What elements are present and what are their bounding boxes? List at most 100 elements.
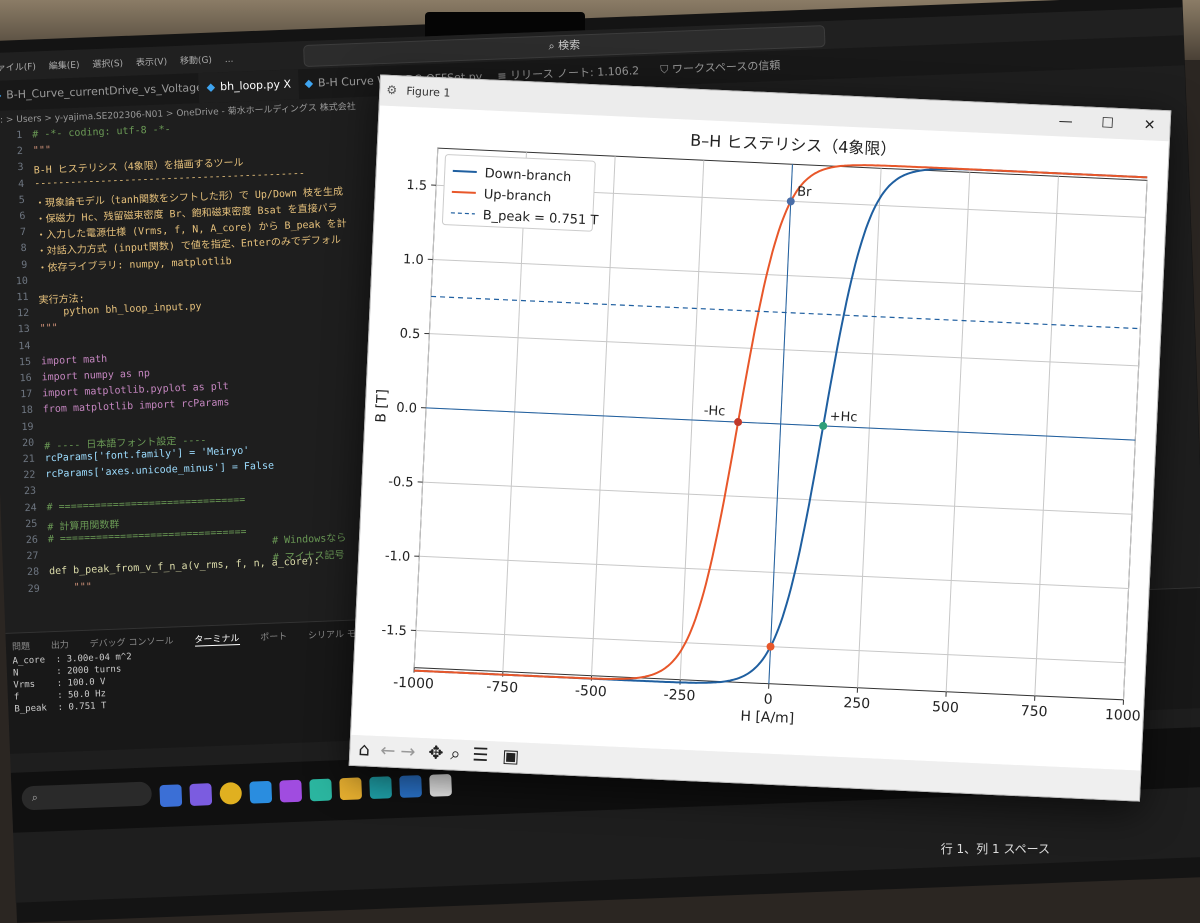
menu-file[interactable]: ファイル(F) bbox=[0, 62, 36, 74]
x-tick-label: 500 bbox=[932, 699, 959, 716]
code-comment: # マイナス記号 bbox=[272, 546, 344, 564]
tab-bh-loop[interactable]: ◆ bh_loop.py X bbox=[198, 69, 300, 103]
save-icon[interactable]: ▣ bbox=[502, 746, 520, 768]
line-number: 27 bbox=[16, 551, 38, 563]
figure-window: ⚙ Figure 1 — ☐ ✕ -1000-750-500-250025050… bbox=[349, 74, 1172, 801]
line-number: 3 bbox=[1, 162, 23, 174]
legend-swatch bbox=[453, 171, 477, 172]
bh-chart[interactable]: -1000-750-500-25002505007501000-1.5-1.0-… bbox=[351, 105, 1169, 770]
search-icon: ⌕ bbox=[548, 39, 558, 52]
python-file-icon: ◆ bbox=[304, 77, 313, 90]
y-tick-label: -1.5 bbox=[381, 623, 407, 639]
chrome-icon[interactable] bbox=[219, 782, 242, 805]
line-number: 6 bbox=[3, 211, 25, 223]
menu-selection[interactable]: 選択(S) bbox=[92, 59, 123, 70]
onenote-icon[interactable] bbox=[279, 780, 302, 803]
figure-title: Figure 1 bbox=[406, 85, 451, 100]
status-bar-position[interactable]: 行 1、列 1 スペース bbox=[941, 840, 1050, 857]
y-tick-label: -0.5 bbox=[388, 475, 414, 491]
minimize-button[interactable]: — bbox=[1045, 108, 1086, 136]
line-number: 14 bbox=[8, 340, 30, 352]
x-axis-label: H [A/m] bbox=[740, 708, 795, 726]
copilot-icon[interactable] bbox=[309, 779, 332, 802]
line-number: 22 bbox=[13, 470, 35, 482]
configure-icon[interactable]: ☰ bbox=[472, 744, 489, 766]
menu-bar: ファイル(F) 編集(E) 選択(S) 表示(V) 移動(G) ... bbox=[0, 51, 244, 74]
code-line: # =============================== bbox=[46, 494, 245, 513]
code-line: """ bbox=[50, 581, 93, 594]
code-line: import math bbox=[41, 354, 108, 368]
matplotlib-icon: ⚙ bbox=[386, 83, 397, 97]
x-tick-label: -1000 bbox=[393, 675, 434, 693]
code-comment: # Windowsなら bbox=[272, 529, 347, 547]
panel-tab-debug[interactable]: デバッグ コンソール bbox=[90, 636, 174, 649]
x-tick-label: -750 bbox=[486, 679, 518, 696]
x-tick-label: 750 bbox=[1020, 703, 1047, 720]
y-tick-label: 1.0 bbox=[403, 252, 424, 268]
panel-tab-ports[interactable]: ポート bbox=[260, 632, 287, 643]
terminal-output[interactable]: A_core : 3.00e-04 m^2 N : 2000 turns Vrm… bbox=[12, 651, 133, 716]
back-icon[interactable]: ← bbox=[380, 740, 396, 762]
menu-edit[interactable]: 編集(E) bbox=[49, 61, 80, 72]
zoom-icon[interactable]: ⌕ bbox=[450, 743, 461, 764]
code-line: from matplotlib import rcParams bbox=[43, 398, 230, 416]
annotation-label: +Hc bbox=[829, 409, 857, 425]
line-number: 19 bbox=[11, 421, 33, 433]
line-number: 13 bbox=[8, 324, 30, 336]
x-tick-label: -250 bbox=[663, 687, 695, 704]
pan-icon[interactable]: ✥ bbox=[428, 742, 444, 764]
menu-more[interactable]: ... bbox=[225, 55, 234, 65]
line-number: 29 bbox=[18, 583, 40, 595]
line-number: 4 bbox=[2, 178, 24, 190]
line-number: 20 bbox=[12, 437, 34, 449]
arduino-icon[interactable] bbox=[369, 776, 392, 799]
line-number: 17 bbox=[10, 389, 32, 401]
legend-label: Up-branch bbox=[483, 187, 551, 205]
matplotlib-icon[interactable] bbox=[429, 774, 452, 797]
maximize-button[interactable]: ☐ bbox=[1087, 110, 1128, 138]
line-number: 2 bbox=[1, 146, 23, 158]
x-tick-label: 0 bbox=[763, 692, 773, 708]
line-number: 1 bbox=[0, 130, 22, 142]
panel-tab-problems[interactable]: 問題 bbox=[12, 642, 30, 653]
forward-icon[interactable]: → bbox=[400, 741, 416, 763]
app-icon[interactable] bbox=[399, 775, 422, 798]
code-line: 実行方法: bbox=[38, 290, 85, 307]
folder-icon[interactable] bbox=[339, 777, 362, 800]
y-tick-label: 0.0 bbox=[396, 401, 417, 417]
tab-label: リリース ノート: 1.106.2 bbox=[510, 64, 640, 82]
line-number: 10 bbox=[6, 276, 28, 288]
panel-tab-output[interactable]: 出力 bbox=[51, 641, 69, 652]
y-tick-label: 0.5 bbox=[399, 326, 420, 342]
line-number: 7 bbox=[4, 227, 26, 239]
tab-label: bh_loop.py bbox=[220, 78, 280, 93]
close-button[interactable]: ✕ bbox=[1129, 112, 1170, 140]
y-tick-label: -1.0 bbox=[385, 549, 411, 565]
python-file-icon: ◆ bbox=[206, 80, 215, 93]
explorer-icon[interactable] bbox=[159, 784, 182, 807]
home-icon[interactable]: ⌂ bbox=[358, 739, 370, 760]
line-number: 21 bbox=[13, 454, 35, 466]
vscode-icon[interactable] bbox=[249, 781, 272, 804]
tab-label: ワークスペースの信頼 bbox=[672, 59, 781, 76]
teams-icon[interactable] bbox=[189, 783, 212, 806]
code-line: import numpy as np bbox=[41, 368, 150, 383]
shield-icon: ⛉ bbox=[660, 63, 672, 76]
menu-go[interactable]: 移動(G) bbox=[180, 56, 212, 67]
close-icon[interactable]: X bbox=[283, 78, 291, 91]
line-number: 9 bbox=[5, 259, 27, 271]
line-number: 15 bbox=[9, 357, 31, 369]
legend-swatch bbox=[452, 192, 476, 193]
line-number: 25 bbox=[15, 518, 37, 530]
panel-tab-terminal[interactable]: ターミナル bbox=[194, 634, 239, 647]
line-number: 26 bbox=[16, 535, 38, 547]
line-number: 12 bbox=[7, 308, 29, 320]
code-line: import matplotlib.pyplot as plt bbox=[42, 381, 229, 399]
menu-view[interactable]: 表示(V) bbox=[136, 57, 168, 68]
line-number: 24 bbox=[14, 502, 36, 514]
tab-workspace-trust[interactable]: ⛉ ワークスペースの信頼 bbox=[652, 50, 789, 85]
x-tick-label: 250 bbox=[843, 695, 870, 712]
line-number: 28 bbox=[17, 567, 39, 579]
taskbar-search[interactable]: ⌕ bbox=[21, 781, 152, 810]
line-number: 11 bbox=[6, 292, 28, 304]
